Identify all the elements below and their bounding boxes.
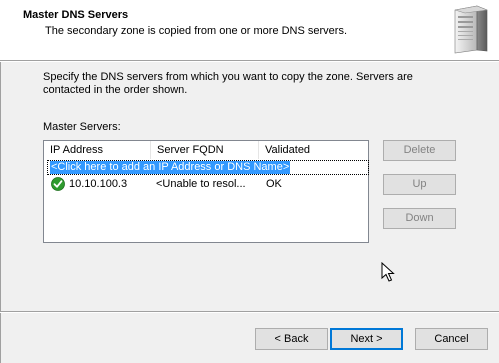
- master-servers-list[interactable]: IP Address Server FQDN Validated <Click …: [43, 140, 369, 243]
- down-button[interactable]: Down: [383, 208, 456, 229]
- header-separator: [0, 60, 499, 62]
- up-button[interactable]: Up: [383, 174, 456, 195]
- page-subtitle: The secondary zone is copied from one or…: [45, 25, 348, 37]
- instructions-text: Specify the DNS servers from which you w…: [43, 71, 413, 96]
- cell-ip-address: 10.10.100.3: [69, 178, 128, 190]
- cancel-button[interactable]: Cancel: [415, 328, 488, 350]
- list-item[interactable]: 10.10.100.3 <Unable to resol... OK: [44, 176, 368, 193]
- footer-separator: [0, 311, 499, 313]
- green-check-icon: [51, 177, 65, 191]
- column-header-ip[interactable]: IP Address: [44, 141, 151, 159]
- add-server-prompt[interactable]: <Click here to add an IP Address or DNS …: [50, 161, 291, 174]
- mouse-pointer-icon: [381, 262, 395, 282]
- cell-validated: OK: [266, 178, 282, 190]
- back-button[interactable]: < Back: [255, 328, 328, 350]
- master-servers-label: Master Servers:: [43, 121, 121, 133]
- wizard-header: Master DNS Servers The secondary zone is…: [0, 0, 499, 60]
- column-header-validated[interactable]: Validated: [259, 141, 367, 159]
- page-title: Master DNS Servers: [23, 9, 129, 21]
- delete-button[interactable]: Delete: [383, 140, 456, 161]
- add-server-row[interactable]: <Click here to add an IP Address or DNS …: [47, 160, 369, 175]
- column-header-fqdn[interactable]: Server FQDN: [151, 141, 259, 159]
- cell-server-fqdn: <Unable to resol...: [156, 178, 246, 190]
- next-button[interactable]: Next >: [330, 328, 403, 350]
- list-header: IP Address Server FQDN Validated: [44, 141, 368, 159]
- server-tower-icon: [454, 5, 488, 54]
